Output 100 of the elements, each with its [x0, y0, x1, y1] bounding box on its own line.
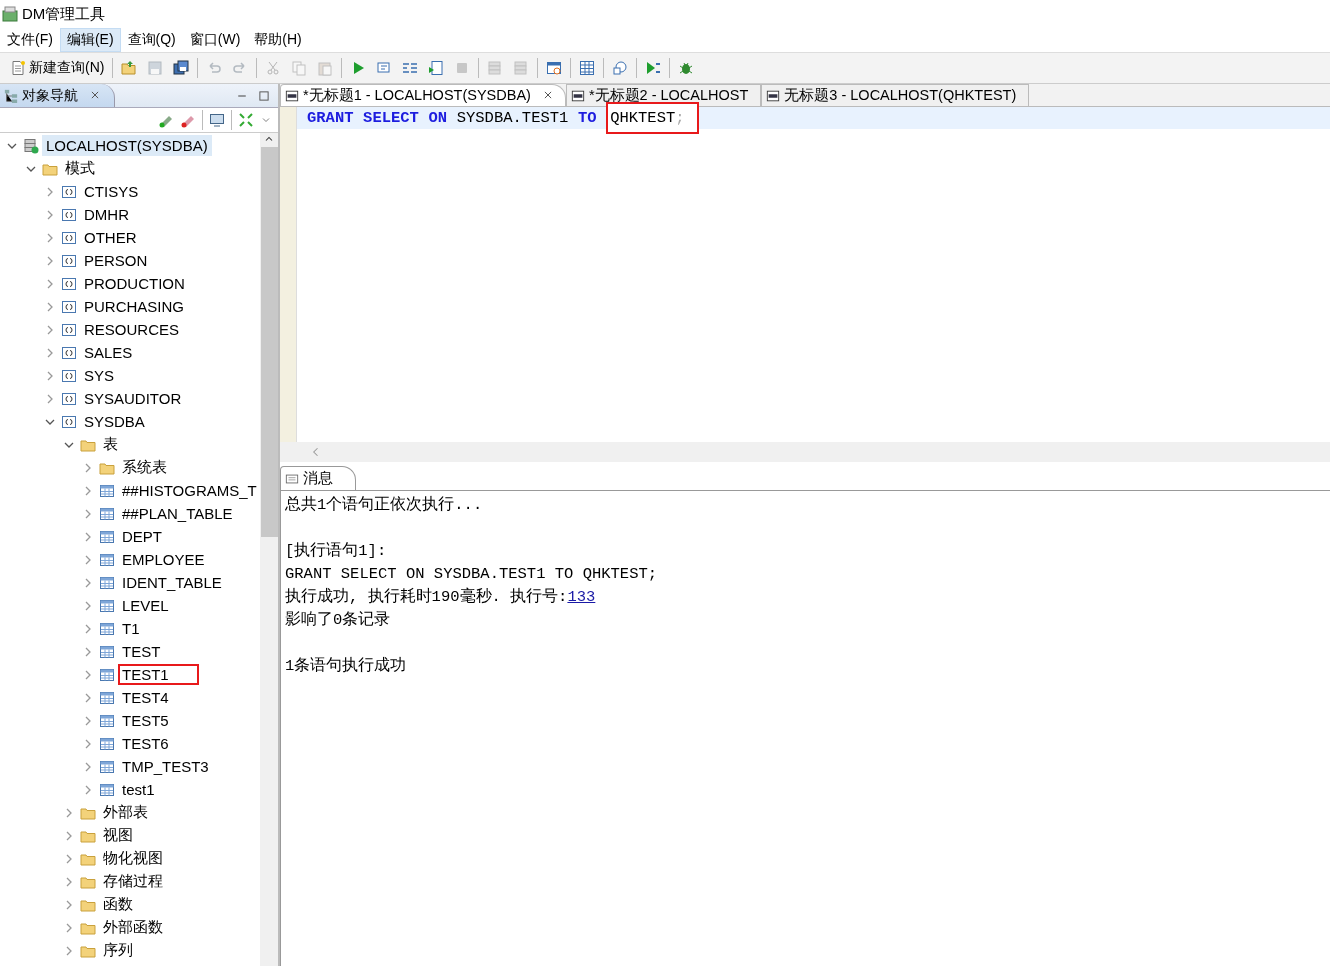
code-token: QHKTEST	[610, 109, 676, 127]
schema-icon	[61, 367, 77, 384]
new-query-button[interactable]: 新建查询(N)	[8, 57, 107, 79]
menu-item[interactable]: 窗口(W)	[182, 28, 248, 52]
message-text: GRANT SELECT ON SYSDBA.TEST1 TO QHKTEST;	[285, 564, 658, 583]
tree-item[interactable]: EMPLOYEE	[118, 549, 209, 570]
tree-item[interactable]: TEST4	[118, 687, 173, 708]
tree-item[interactable]: RESOURCES	[80, 319, 184, 340]
window-title: DM管理工具	[22, 4, 106, 24]
tree-item[interactable]: 系统表	[118, 456, 171, 479]
tree-item[interactable]: ##HISTOGRAMS_T	[118, 480, 260, 501]
tree-item[interactable]: DEPT	[118, 526, 166, 547]
server-icon	[23, 137, 39, 154]
navigator-tab[interactable]: 对象导航	[0, 84, 115, 107]
code-token: SELECT	[363, 109, 419, 127]
schema-icon	[61, 229, 77, 246]
tree-item[interactable]: SALES	[80, 342, 137, 363]
close-icon	[542, 89, 553, 100]
table-icon	[99, 482, 115, 499]
list-icon	[402, 60, 419, 76]
table-icon	[99, 689, 115, 706]
expand-all-icon	[238, 112, 254, 128]
table-icon	[99, 643, 115, 660]
tree-item[interactable]: 模式	[61, 157, 99, 180]
tree-item[interactable]: PURCHASING	[80, 296, 188, 317]
tree-item[interactable]: PERSON	[80, 250, 152, 271]
tree-item[interactable]: 序列	[99, 939, 137, 962]
tree-item[interactable]: TEST1	[118, 664, 199, 685]
menu-item[interactable]: 查询(Q)	[120, 28, 183, 52]
message-link[interactable]: 133	[567, 587, 596, 606]
editor-tab[interactable]: 无标题3 - LOCALHOST(QHKTEST)	[761, 84, 1030, 106]
tree-item[interactable]: T1	[118, 618, 144, 639]
schema-icon	[61, 390, 77, 407]
tree-item[interactable]: SYSDBA	[80, 411, 149, 432]
table-icon	[99, 620, 115, 637]
tree-item[interactable]: 视图	[99, 824, 137, 847]
database-icon	[513, 60, 530, 76]
code-token: TO	[577, 109, 597, 127]
schema-icon	[61, 413, 77, 430]
tree-item[interactable]: 函数	[99, 893, 137, 916]
script-icon	[428, 60, 445, 76]
message-text: 影响了0条记录	[285, 610, 391, 630]
schema-icon	[61, 206, 77, 223]
sql-file-icon	[285, 88, 299, 103]
editor-tab[interactable]: *无标题2 - LOCALHOST	[565, 84, 762, 106]
monitor-icon	[209, 112, 225, 128]
tree-item[interactable]: 表	[99, 433, 122, 456]
tree-item[interactable]: OTHER	[80, 227, 141, 248]
tree-item[interactable]: 物化视图	[99, 847, 167, 870]
grid-icon	[579, 60, 596, 76]
undo-icon	[206, 60, 223, 76]
tree-item[interactable]: TEST6	[118, 733, 173, 754]
tree-icon	[4, 88, 18, 103]
schema-icon	[61, 275, 77, 292]
schema-icon	[61, 252, 77, 269]
toolbar-button[interactable]	[171, 58, 192, 78]
scrollbar[interactable]	[260, 133, 278, 966]
schema-icon	[61, 344, 77, 361]
tree-item[interactable]: SYS	[80, 365, 118, 386]
calendar-icon	[546, 60, 563, 76]
code-token: SYSDBA.TEST1	[456, 109, 569, 127]
tree-item[interactable]: TMP_TEST3	[118, 756, 213, 777]
tree-item[interactable]: LEVEL	[118, 595, 173, 616]
tree-item[interactable]: IDENT_TABLE	[118, 572, 226, 593]
save-all-icon	[173, 60, 190, 76]
tree-item[interactable]: LOCALHOST(SYSDBA)	[42, 135, 212, 156]
table-icon	[99, 528, 115, 545]
message-text: 1条语句执行成功	[285, 656, 407, 676]
table-icon	[99, 666, 115, 683]
tree-item[interactable]: 外部表	[99, 801, 152, 824]
tree-item[interactable]: DMHR	[80, 204, 133, 225]
tree-item[interactable]: TEST	[118, 641, 165, 662]
table-icon	[99, 712, 115, 729]
sql-file-icon	[570, 88, 585, 103]
tree-item[interactable]: SYSAUDITOR	[80, 388, 186, 409]
maximize-icon	[258, 89, 270, 102]
menu-item[interactable]: 帮助(H)	[247, 28, 309, 52]
tree-item[interactable]: PRODUCTION	[80, 273, 189, 294]
code-token: ON	[428, 109, 448, 127]
save-icon	[147, 60, 164, 76]
table-icon	[99, 597, 115, 614]
tree-item[interactable]: test1	[118, 779, 159, 800]
messages-tab[interactable]: 消息	[280, 466, 356, 490]
table-icon	[99, 758, 115, 775]
menu-item[interactable]: 编辑(E)	[59, 28, 121, 52]
tree-item[interactable]: 外部函数	[99, 916, 167, 939]
message-icon	[285, 471, 299, 486]
tree-item[interactable]: 存储过程	[99, 870, 167, 893]
editor-tab[interactable]: *无标题1 - LOCALHOST(SYSDBA)	[280, 84, 566, 106]
scissors-icon	[265, 60, 282, 76]
table-icon	[99, 735, 115, 752]
tree-item[interactable]: ##PLAN_TABLE	[118, 503, 237, 524]
copy-icon	[291, 60, 308, 76]
table-icon	[99, 551, 115, 568]
bug-icon	[678, 60, 695, 76]
debug-run-icon	[645, 60, 662, 76]
tree-item[interactable]: CTISYS	[80, 181, 143, 202]
menu-item[interactable]: 文件(F)	[0, 28, 60, 52]
tree-item[interactable]: TEST5	[118, 710, 173, 731]
message-text: [执行语句1]:	[285, 541, 387, 561]
